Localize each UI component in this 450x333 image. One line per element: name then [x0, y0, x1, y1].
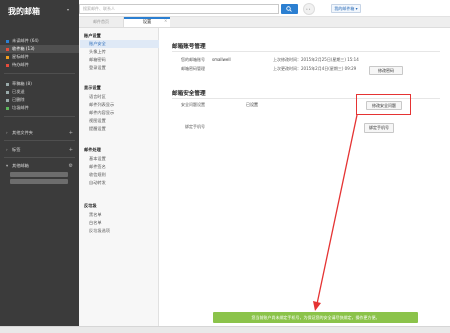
nav-item-rules[interactable]: 收信规则: [80, 171, 159, 179]
add-folder-icon[interactable]: +: [69, 129, 73, 137]
inbox-icon: [6, 47, 9, 51]
close-icon[interactable]: ×: [164, 18, 167, 23]
sidebar-item-label: 垃圾邮件: [12, 105, 29, 110]
brand-title: 我的邮箱: [8, 7, 40, 16]
sidebar-item-todo[interactable]: 待办邮件: [0, 61, 79, 69]
sidebar-item-label: 其他邮箱: [12, 163, 29, 168]
nav-item-forward[interactable]: 自动转发: [80, 179, 159, 187]
security-question-status: 已设置: [246, 102, 258, 107]
nav-item-antispam-options[interactable]: 反垃圾选项: [80, 227, 159, 235]
sidebar-item-inbox[interactable]: 收件箱 (13): [0, 45, 79, 53]
nav-item-view[interactable]: 视图设置: [80, 117, 159, 125]
sidebar-item-sent[interactable]: 已发送: [0, 88, 79, 96]
sidebar-item-label: 已删除: [12, 97, 25, 102]
chevron-down-icon[interactable]: ▾: [67, 7, 69, 12]
sidebar-item-label: 待办邮件: [12, 62, 29, 67]
password-label: 邮箱密码管理: [181, 66, 205, 71]
password-modified-time: 上次更改时间：2015年2月4日(星期三) 09:29: [273, 66, 357, 71]
sidebar-divider: [4, 116, 75, 117]
nav-item-avatar[interactable]: 头像上传: [80, 48, 159, 56]
search-input[interactable]: 搜索邮件、联系人: [79, 4, 279, 14]
sidebar-item-tags[interactable]: › 标签 +: [0, 146, 79, 154]
sidebar-divider: [4, 157, 75, 158]
todo-icon: [6, 63, 9, 67]
add-tag-icon[interactable]: +: [69, 146, 73, 154]
avatar-face: • •: [306, 7, 311, 11]
sidebar-item-starred[interactable]: 星标邮件: [0, 53, 79, 61]
nav-item-whitelist[interactable]: 白名单: [80, 219, 159, 227]
chevron-right-icon: ›: [6, 147, 8, 152]
sidebar-item-label: 收件箱 (13): [12, 46, 35, 51]
trash-icon: [6, 98, 9, 102]
search-button[interactable]: [281, 4, 298, 14]
sidebar-item-deleted[interactable]: 已删除: [0, 96, 79, 104]
user-menu-button[interactable]: 我的邮件箱 ▾: [331, 4, 361, 13]
other-mailbox-entry[interactable]: [10, 179, 68, 184]
bind-phone-tip: 您当前账户尚未绑定手机号，为保证您的安全请尽快绑定，操作更方便。: [213, 312, 418, 323]
nav-item-blacklist[interactable]: 黑名单: [80, 211, 159, 219]
account-label: 您的邮箱账号: [181, 57, 205, 62]
nav-item-account-security[interactable]: 账户安全: [80, 40, 159, 48]
tab-mail-home[interactable]: 邮件首页: [79, 17, 124, 27]
search-icon: [286, 6, 292, 12]
sidebar-item-folders[interactable]: › 其他文件夹 +: [0, 129, 79, 137]
nav-item-list-display[interactable]: 邮件列表显示: [80, 101, 159, 109]
change-password-button[interactable]: 修改密码: [369, 66, 403, 75]
account-section-title: 邮箱账号管理: [172, 44, 206, 50]
star-icon: [6, 55, 9, 59]
sidebar-item-other-mailbox[interactable]: ▾ 其他邮箱 ⚙: [0, 162, 79, 170]
sidebar-item-label: 标签: [12, 147, 21, 152]
bottom-bar: [0, 326, 450, 333]
sidebar-item-label: 草稿箱 (8): [12, 81, 32, 86]
nav-section-display: 显示设置: [84, 85, 101, 90]
draft-icon: [6, 82, 9, 86]
nav-section-account: 账户设置: [84, 33, 101, 38]
tab-strip: [170, 17, 450, 27]
sidebar-item-label: 其他文件夹: [12, 130, 33, 135]
account-modified-time: 上次修改时间：2015年2月25日(星期三) 15:14: [273, 57, 359, 62]
chevron-right-icon: ›: [6, 130, 8, 135]
sidebar-item-spam[interactable]: 垃圾邮件: [0, 104, 79, 112]
nav-item-signature[interactable]: 邮件签名: [80, 163, 159, 171]
sidebar-item-drafts[interactable]: 草稿箱 (8): [0, 80, 79, 88]
account-value: smallwell: [212, 57, 231, 62]
nav-item-password[interactable]: 邮箱密码: [80, 56, 159, 64]
sidebar-divider: [4, 73, 75, 74]
sent-icon: [6, 90, 9, 94]
security-question-label: 安全问题设置: [181, 102, 205, 107]
nav-item-language[interactable]: 语言时区: [80, 93, 159, 101]
unread-icon: [6, 39, 9, 43]
sidebar-divider: [4, 140, 75, 141]
nav-section-antispam: 反垃圾: [84, 203, 97, 208]
security-section-title: 邮箱安全管理: [172, 91, 206, 97]
annotation-arrow: [313, 114, 358, 311]
nav-item-basic[interactable]: 基本设置: [80, 155, 159, 163]
check-icon: [6, 106, 9, 110]
bind-phone-label: 绑定手机号: [185, 124, 205, 129]
settings-icon[interactable]: ⚙: [69, 162, 73, 170]
nav-item-login[interactable]: 登录设置: [80, 64, 159, 72]
sidebar-item-label: 星标邮件: [12, 54, 29, 59]
nav-item-reminder[interactable]: 提醒设置: [80, 125, 159, 133]
chevron-down-icon: ▾: [6, 163, 9, 168]
nav-item-content-display[interactable]: 邮件内容显示: [80, 109, 159, 117]
nav-section-mail: 邮件处理: [84, 147, 101, 152]
sidebar-item-unread[interactable]: 未读邮件 (64): [0, 37, 79, 45]
other-mailbox-entry[interactable]: [10, 172, 68, 177]
section-divider: [172, 51, 440, 52]
sidebar-item-label: 已发送: [12, 89, 25, 94]
sidebar-item-label: 未读邮件 (64): [12, 38, 39, 43]
